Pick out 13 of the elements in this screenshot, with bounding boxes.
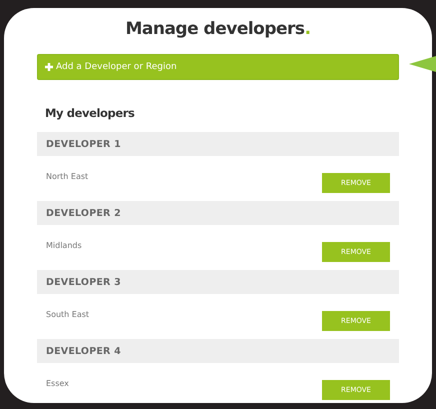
region-label: South East [46, 310, 90, 318]
pointer-triangle [409, 56, 436, 72]
region-label: North East [46, 172, 88, 180]
developer-name: DEVELOPER 2 [46, 208, 121, 218]
developer-name: DEVELOPER 4 [46, 346, 121, 356]
section-title: My developers [45, 106, 134, 120]
developer-name: DEVELOPER 1 [46, 138, 121, 150]
region-label: Midlands [46, 240, 82, 250]
plus-icon [45, 63, 53, 71]
add-developer-button[interactable]: Add a Developer or Region [37, 54, 399, 80]
developer-name: DEVELOPER 3 [46, 276, 121, 288]
region-label: Essex [46, 378, 69, 388]
page-title: Manage developers. [125, 18, 311, 40]
